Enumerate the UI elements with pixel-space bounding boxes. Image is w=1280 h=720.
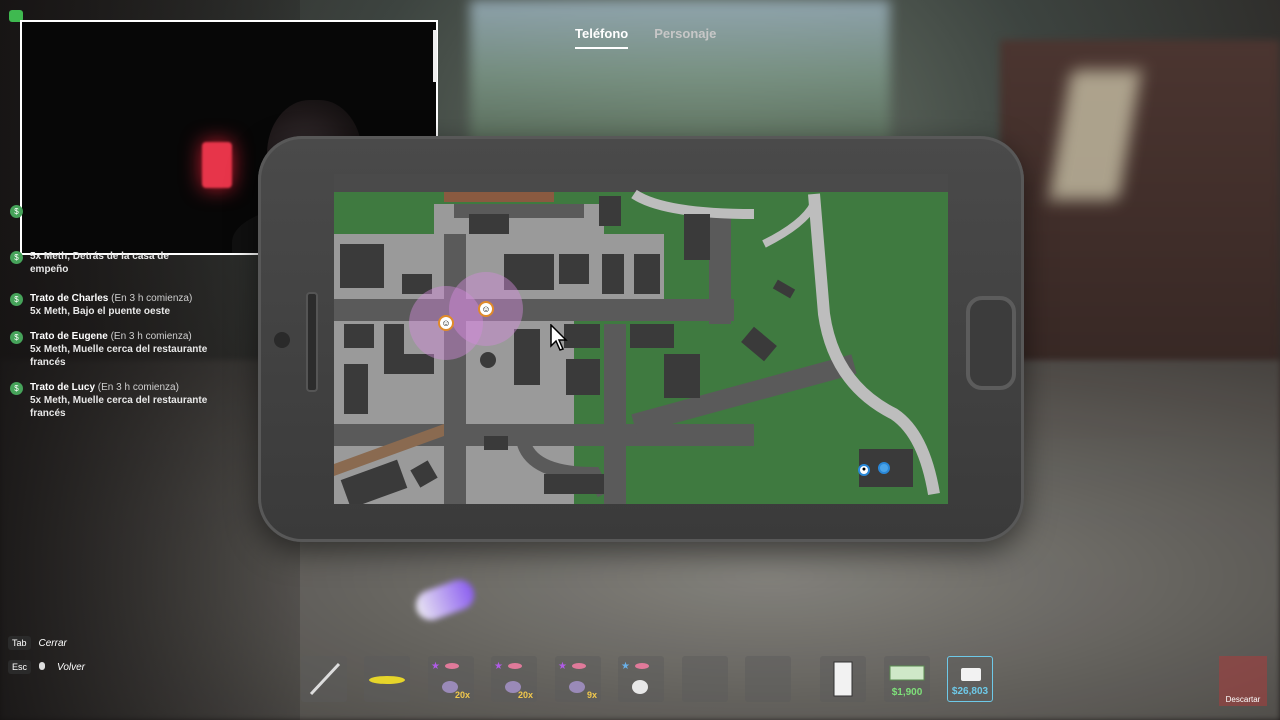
- cash-amount: $1,900: [891, 687, 923, 698]
- hotbar-slot-8[interactable]: [745, 656, 791, 702]
- map-screen[interactable]: ☺ ☺ ●: [334, 174, 948, 504]
- discard-slot[interactable]: Descartar: [1219, 656, 1267, 706]
- hotbar-slot-2[interactable]: [364, 656, 410, 702]
- item-quantity: 20x: [454, 690, 470, 700]
- hotbar-slot-6[interactable]: ★: [618, 656, 664, 702]
- player-marker-icon: ●: [858, 464, 870, 476]
- mouse-cursor-icon: [550, 324, 568, 351]
- hotbar-slot-3[interactable]: ★ 20x: [428, 656, 474, 702]
- deal-desc: 5x Meth, Bajo el puente oeste: [30, 306, 171, 317]
- hint-label: Volver: [57, 662, 85, 673]
- deal-title: Trato de Eugene (En 3 h comienza): [30, 330, 210, 343]
- list-item: $: [10, 204, 210, 244]
- hotbar-slot-cash[interactable]: $1,900: [884, 656, 930, 702]
- discard-label: Descartar: [1225, 695, 1261, 704]
- background-window: [470, 0, 890, 150]
- hotbar-slot-1[interactable]: [301, 656, 347, 702]
- tab-personaje[interactable]: Personaje: [654, 26, 716, 49]
- deal-icon: $: [10, 251, 23, 264]
- phone-item-icon: [833, 661, 853, 697]
- bank-amount: $26,803: [951, 686, 989, 697]
- location-marker-icon: [878, 462, 890, 474]
- deal-desc: 5x Meth, Detrás de la casa de empeño: [30, 251, 169, 275]
- deal-name: Trato de Eugene: [30, 331, 108, 342]
- key-tab: Tab: [8, 636, 31, 650]
- hint-label: Cerrar: [38, 638, 67, 649]
- item-quantity: 9x: [586, 690, 597, 700]
- skateboard-icon: [369, 676, 405, 684]
- hotbar-slot-bank[interactable]: $26,803: [947, 656, 993, 702]
- list-item: $ Trato de Charles (En 3 h comienza) 5x …: [10, 292, 210, 318]
- deal-icon: $: [10, 293, 23, 306]
- customer-marker-icon[interactable]: ☺: [478, 301, 494, 317]
- list-item: $ Trato de Lucy (En 3 h comienza) 5x Met…: [10, 381, 210, 420]
- baton-icon: [309, 662, 341, 696]
- key-esc: Esc: [8, 660, 32, 674]
- deal-desc: 5x Meth, Muelle cerca del restaurante fr…: [30, 344, 208, 368]
- svg-text:★: ★: [431, 661, 440, 672]
- deal-note: (En 3 h comienza): [111, 293, 193, 304]
- phone-side-button: [306, 292, 318, 392]
- deal-title: Trato de Charles (En 3 h comienza): [30, 292, 210, 305]
- item-quantity: 20x: [517, 690, 533, 700]
- weed-bag-icon: ★: [621, 661, 649, 694]
- deals-list: $ $ 5x Meth, Detrás de la casa de empeño…: [10, 204, 210, 432]
- deal-icon: $: [10, 205, 23, 218]
- hint-back: Esc Volver: [8, 660, 85, 674]
- deal-name: Trato de Charles: [30, 293, 109, 304]
- hotbar-slot-5[interactable]: ★ 9x: [555, 656, 601, 702]
- deal-name: Trato de Lucy: [30, 382, 96, 393]
- hotbar-slot-7[interactable]: [682, 656, 728, 702]
- mouse-icon: [39, 662, 46, 670]
- svg-text:★: ★: [494, 661, 503, 672]
- hotbar-slot-4[interactable]: ★ 20x: [491, 656, 537, 702]
- hotbar-slot-phone[interactable]: [820, 656, 866, 702]
- customer-marker-icon[interactable]: ☺: [438, 315, 454, 331]
- tab-telefono[interactable]: Teléfono: [575, 26, 629, 49]
- deal-note: (En 3 h comienza): [97, 382, 179, 393]
- deal-title: Trato de Lucy (En 3 h comienza): [30, 381, 210, 394]
- svg-text:★: ★: [558, 661, 567, 672]
- svg-text:★: ★: [621, 661, 630, 672]
- phone-camera: [274, 332, 290, 348]
- scrollbar[interactable]: [433, 30, 437, 82]
- deal-desc: 5x Meth, Muelle cerca del restaurante fr…: [30, 395, 208, 419]
- phone: ☺ ☺ ●: [258, 136, 1024, 542]
- deal-note: (En 3 h comienza): [110, 331, 192, 342]
- phone-home-button[interactable]: [966, 296, 1016, 390]
- webcam-lamp: [202, 142, 232, 188]
- deal-icon: $: [10, 331, 23, 344]
- deal-title: [30, 204, 210, 244]
- hint-close: Tab Cerrar: [8, 636, 67, 650]
- deal-icon: $: [10, 382, 23, 395]
- top-tabs: Teléfono Personaje: [575, 26, 716, 49]
- list-item: $ Trato de Eugene (En 3 h comienza) 5x M…: [10, 330, 210, 369]
- list-item: $ 5x Meth, Detrás de la casa de empeño: [10, 250, 210, 276]
